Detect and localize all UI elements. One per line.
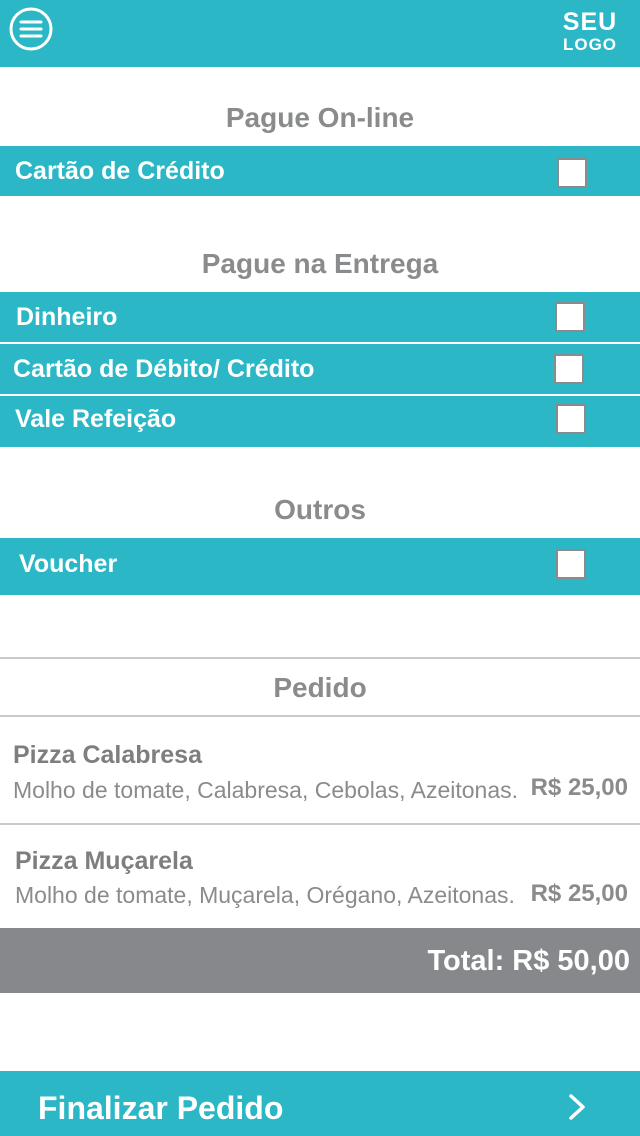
checkbox-cash[interactable] xyxy=(555,302,585,332)
divider xyxy=(0,715,640,717)
order-item-name: Pizza Muçarela xyxy=(15,847,193,875)
divider xyxy=(0,823,640,825)
order-item-name: Pizza Calabresa xyxy=(13,741,202,769)
checkbox-voucher[interactable] xyxy=(556,549,586,579)
order-item-description: Molho de tomate, Calabresa, Cebolas, Aze… xyxy=(13,777,519,803)
option-label: Cartão de Débito/ Crédito xyxy=(13,355,315,383)
checkbox-meal-voucher[interactable] xyxy=(556,404,586,434)
app-header: SEU LOGO xyxy=(0,0,640,67)
order-item-price: R$ 25,00 xyxy=(530,774,628,801)
payment-option-cash[interactable]: Dinheiro xyxy=(0,292,640,342)
payment-option-voucher[interactable]: Voucher xyxy=(0,538,640,595)
section-title-delivery: Pague na Entrega xyxy=(201,248,439,279)
section-title-order: Pedido xyxy=(273,672,367,703)
checkbox-credit-card-online[interactable] xyxy=(557,158,587,188)
menu-button[interactable] xyxy=(9,7,53,51)
payment-option-credit-card-online[interactable]: Cartão de Crédito xyxy=(0,146,640,196)
hamburger-menu-icon xyxy=(9,7,53,51)
payment-option-debit-credit-card[interactable]: Cartão de Débito/ Crédito xyxy=(0,344,640,394)
chevron-right-icon xyxy=(569,1094,585,1120)
order-item-price: R$ 25,00 xyxy=(530,880,628,907)
section-title-online: Pague On-line xyxy=(225,102,415,133)
payment-option-meal-voucher[interactable]: Vale Refeição xyxy=(0,396,640,447)
option-label: Cartão de Crédito xyxy=(15,157,225,185)
order-total-bar: Total: R$ 50,00 xyxy=(0,928,640,993)
option-label: Dinheiro xyxy=(16,303,118,331)
logo-line-2: LOGO xyxy=(562,35,618,54)
logo-line-1: SEU xyxy=(562,8,618,36)
brand-logo: SEU LOGO xyxy=(558,8,622,54)
finalize-order-label: Finalizar Pedido xyxy=(38,1090,284,1126)
order-item-description: Molho de tomate, Muçarela, Orégano, Azei… xyxy=(15,882,515,908)
option-label: Vale Refeição xyxy=(15,405,177,433)
divider xyxy=(0,657,640,659)
section-title-others: Outros xyxy=(274,494,366,525)
finalize-order-button[interactable]: Finalizar Pedido xyxy=(0,1071,640,1136)
checkbox-debit-credit-card[interactable] xyxy=(554,354,584,384)
option-label: Voucher xyxy=(19,550,118,578)
order-total: Total: R$ 50,00 xyxy=(427,945,630,977)
